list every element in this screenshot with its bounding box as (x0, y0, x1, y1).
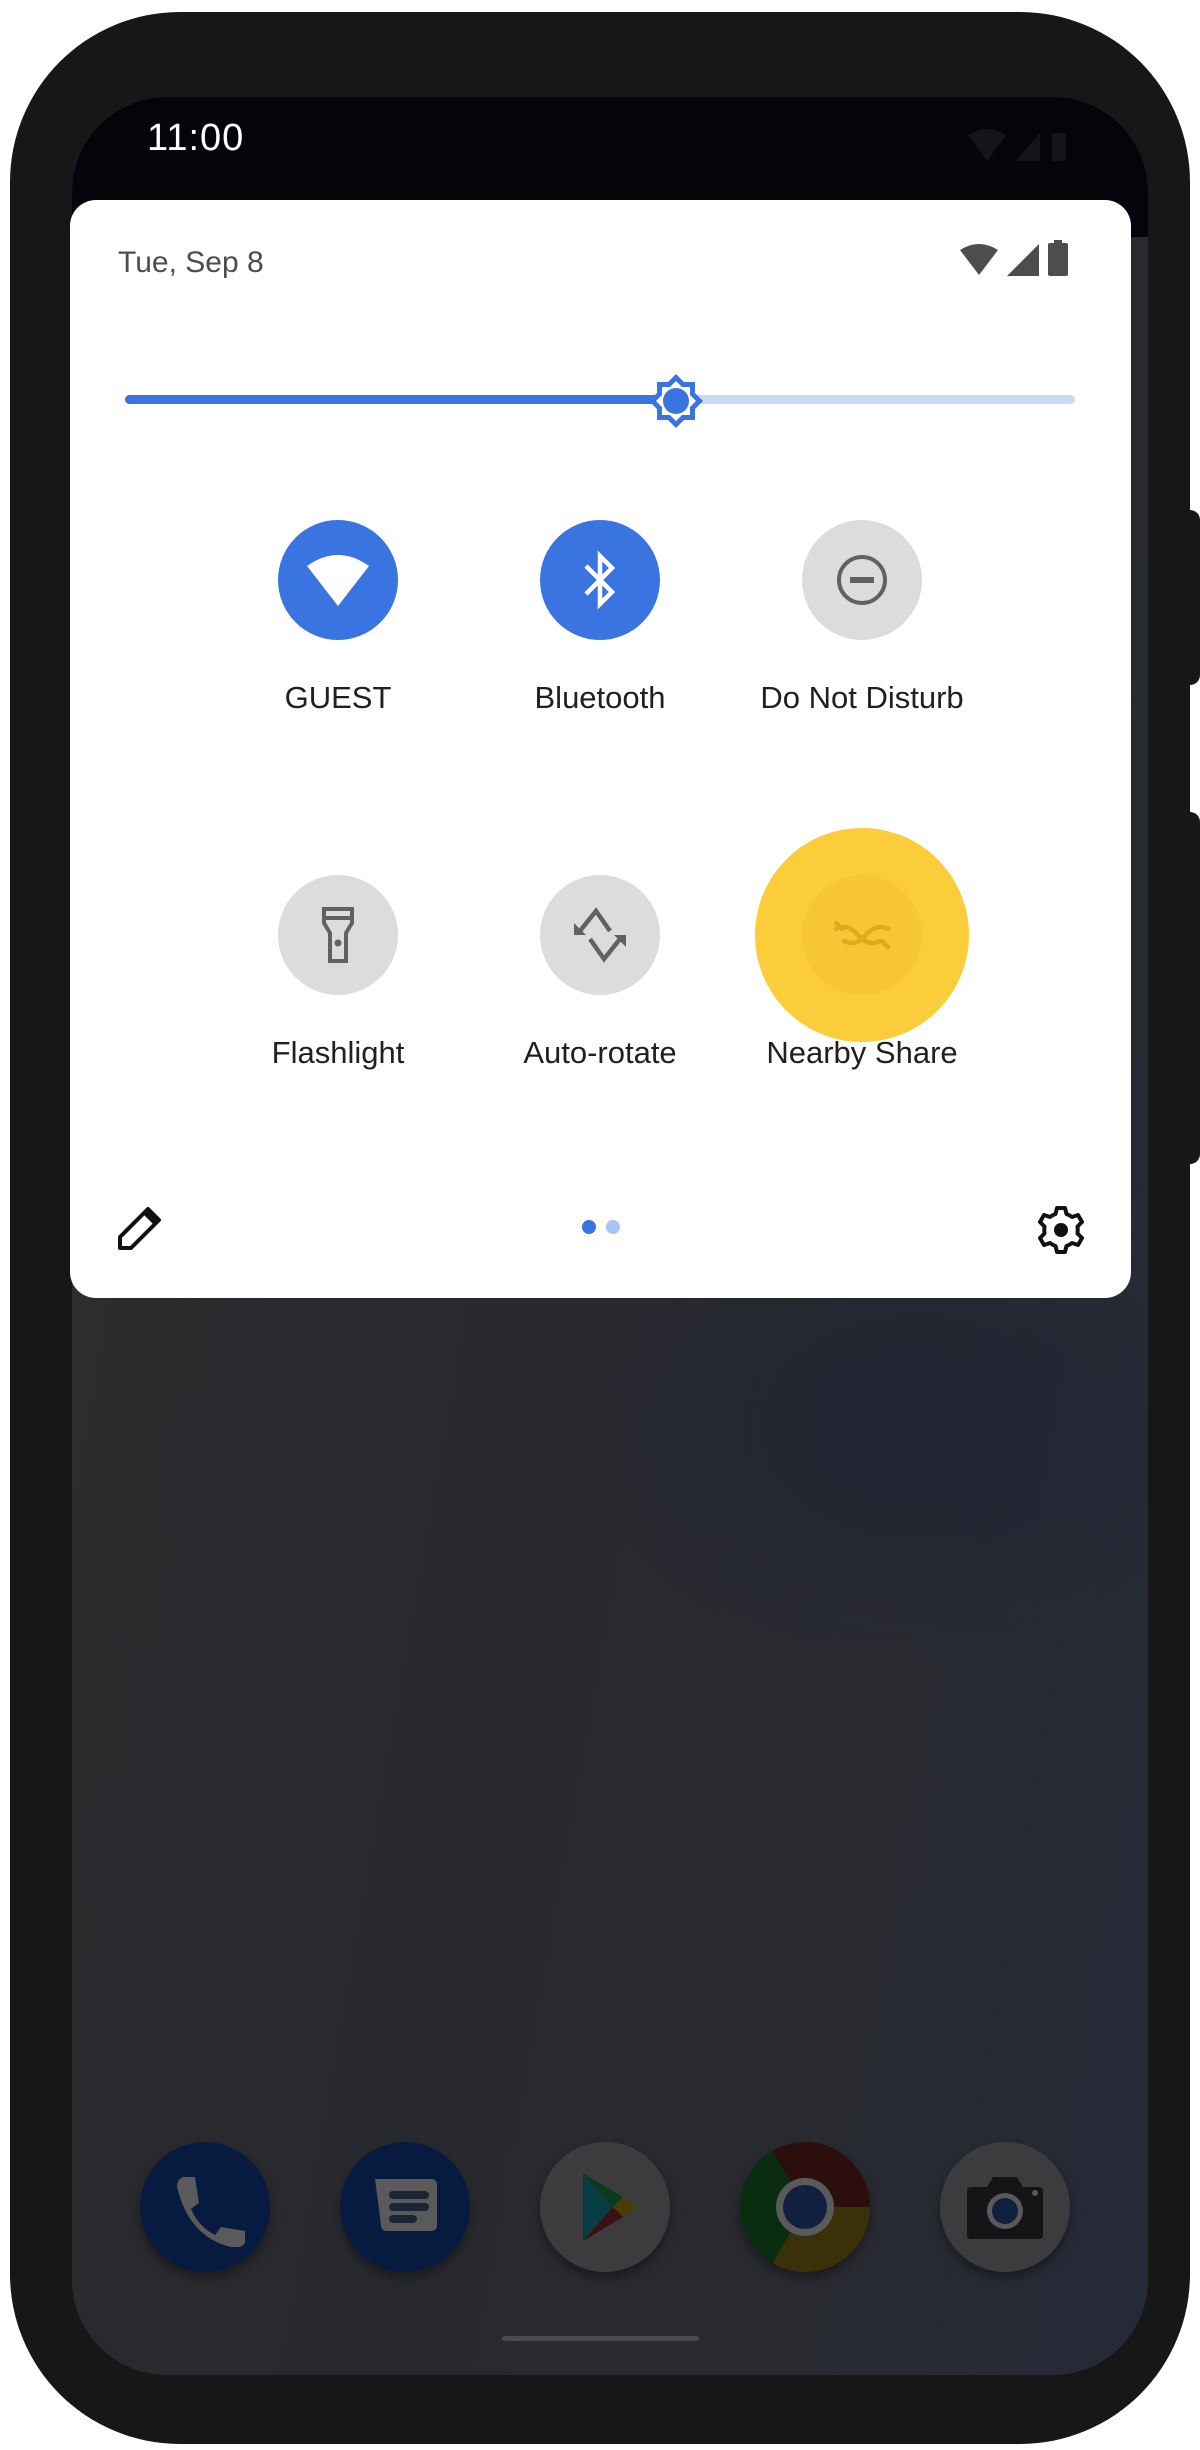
tile-bluetooth[interactable]: Bluetooth (450, 520, 750, 716)
status-icons (959, 240, 1069, 276)
auto-rotate-icon (574, 907, 626, 963)
quick-settings-footer (70, 1200, 1131, 1280)
page-dot-1[interactable] (581, 1220, 596, 1234)
tile-flashlight[interactable]: Flashlight (188, 875, 488, 1071)
do-not-disturb-icon (837, 555, 887, 605)
cellular-signal-icon (1007, 244, 1039, 276)
dock-app-chrome[interactable] (740, 2142, 870, 2272)
dock-app-messages[interactable] (340, 2142, 470, 2272)
wifi-icon (960, 244, 998, 275)
dock-app-camera[interactable] (940, 2142, 1070, 2272)
messages-icon (375, 2179, 437, 2231)
play-store-icon (583, 2173, 636, 2241)
brightness-slider[interactable] (125, 374, 1075, 428)
home-gesture-bar[interactable] (502, 2336, 699, 2341)
tile-auto-rotate[interactable]: Auto-rotate (450, 875, 750, 1071)
tile-label: Bluetooth (534, 680, 666, 715)
tile-label: Do Not Disturb (760, 680, 964, 715)
app-dock (72, 2142, 1148, 2282)
wifi-icon (968, 129, 1006, 161)
tile-nearby-share[interactable]: Nearby Share (712, 828, 1012, 1071)
quick-settings-panel: Tue, Sep 8 GUEST Bluetooth Do Not Distur… (70, 200, 1131, 1298)
tile-do-not-disturb[interactable]: Do Not Disturb (712, 520, 1012, 716)
status-icons (968, 127, 1078, 172)
battery-icon (1052, 133, 1066, 161)
dock-app-play-store[interactable] (540, 2142, 670, 2272)
settings-button[interactable] (1031, 1200, 1091, 1260)
bluetooth-icon (584, 550, 616, 610)
pencil-icon (118, 1207, 161, 1250)
wifi-icon (307, 555, 369, 606)
date-label: Tue, Sep 8 (118, 246, 264, 279)
phone-icon (177, 2177, 245, 2247)
edit-tiles-button[interactable] (112, 1200, 168, 1256)
nearby-share-icon (833, 920, 891, 950)
camera-icon (967, 2177, 1043, 2239)
status-clock: 11:00 (147, 117, 245, 159)
battery-icon (1048, 240, 1068, 276)
tile-label: Flashlight (271, 1035, 405, 1070)
cellular-signal-icon (1016, 133, 1040, 161)
page-dot-2[interactable] (605, 1220, 620, 1234)
page-indicator (581, 1220, 620, 1234)
tile-label: Auto-rotate (523, 1035, 677, 1070)
gear-icon (1038, 1206, 1084, 1254)
flashlight-icon (322, 907, 354, 963)
dock-app-phone[interactable] (140, 2142, 270, 2272)
tile-wifi[interactable]: GUEST (188, 520, 488, 716)
brightness-fill (125, 395, 676, 404)
tile-label: GUEST (284, 680, 392, 715)
brightness-icon (649, 374, 703, 428)
brightness-thumb[interactable] (647, 372, 705, 430)
chrome-icon (776, 2178, 834, 2236)
